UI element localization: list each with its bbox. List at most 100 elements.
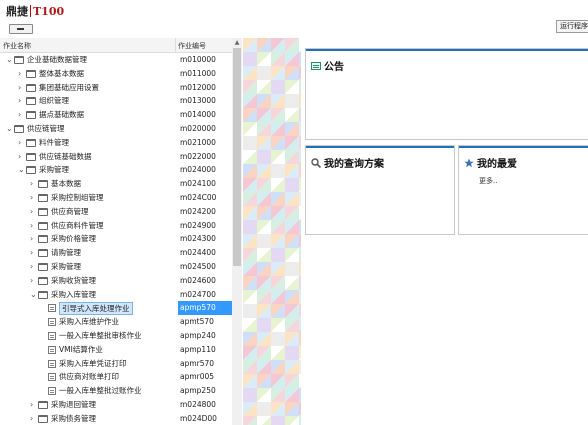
tree-item-label: 采购入库管理 xyxy=(51,289,96,299)
chevron-right-icon[interactable]: › xyxy=(18,150,21,164)
my-query-panel: 我的查询方案 xyxy=(305,145,455,235)
folder-open-icon xyxy=(14,124,24,133)
folder-icon xyxy=(38,193,48,202)
folder-icon xyxy=(38,221,48,230)
tree-item-label: 一般入库单整批过账作业 xyxy=(59,386,142,396)
tree-item-code: m011000 xyxy=(180,68,216,78)
more-favorites-link[interactable]: 更多.. xyxy=(479,176,497,186)
tree-folder-row[interactable]: › 组织管理 m013000 xyxy=(0,94,232,108)
column-header-code[interactable]: 作业编号 xyxy=(178,41,206,51)
chevron-right-icon[interactable]: › xyxy=(30,177,33,191)
tree-folder-row[interactable]: › 采购管理 m024500 xyxy=(0,260,232,274)
tree-item-label: 企业基础数据管理 xyxy=(27,55,87,64)
bulletin-board-icon xyxy=(311,61,321,70)
my-query-title: 我的查询方案 xyxy=(311,155,384,170)
column-divider[interactable] xyxy=(175,38,176,52)
document-icon xyxy=(48,359,56,368)
scroll-up-arrow-icon[interactable]: ▲ xyxy=(233,39,241,47)
tree-item-code: apmr005 xyxy=(180,372,215,382)
tree-item-code: m024900 xyxy=(180,220,216,230)
panel-accent-bar xyxy=(459,146,588,148)
scroll-thumb[interactable] xyxy=(233,48,241,266)
chevron-right-icon[interactable]: › xyxy=(18,136,21,150)
tree-folder-row[interactable]: › 集团基础应用设置 m012000 xyxy=(0,81,232,95)
chevron-right-icon[interactable]: › xyxy=(30,191,33,205)
chevron-down-icon[interactable]: ⌄ xyxy=(6,122,13,136)
tree-folder-row[interactable]: › 请购管理 m024400 xyxy=(0,246,232,260)
chevron-right-icon[interactable]: › xyxy=(18,94,21,108)
tree-folder-row[interactable]: › 采购债务管理 m024D00 xyxy=(0,412,232,425)
chevron-right-icon[interactable]: › xyxy=(30,412,33,425)
tree-program-row[interactable]: 采购入库维护作业 apmt570 xyxy=(0,315,232,329)
tree-item-label: 采购入库维护作业 xyxy=(59,317,119,327)
column-header-name[interactable]: 作业名称 xyxy=(3,41,31,51)
tree-folder-row[interactable]: ⌄ 供应链管理 m020000 xyxy=(0,122,232,136)
folder-icon xyxy=(38,235,48,244)
tree-item-code: m024500 xyxy=(180,261,216,271)
chevron-down-icon[interactable]: ⌄ xyxy=(18,163,25,177)
panel-accent-bar xyxy=(306,146,454,148)
tree-program-row[interactable]: 一般入库单整批审核作业 apmp240 xyxy=(0,329,232,343)
tree-item-code: apmp250 xyxy=(180,386,216,396)
chevron-right-icon[interactable]: › xyxy=(30,205,33,219)
folder-icon xyxy=(26,111,36,120)
my-query-title-text: 我的查询方案 xyxy=(324,159,384,170)
tree-item-label: 请购管理 xyxy=(51,248,81,258)
tree-item-code: m012000 xyxy=(180,82,216,92)
tree-item-label: 采购管理 xyxy=(39,165,69,175)
tree-program-row[interactable]: 引导式入库处理作业 apmp570 xyxy=(0,301,234,316)
tree-header: 作业名称 作业编号 xyxy=(0,38,232,53)
collapse-menu-button[interactable] xyxy=(9,24,33,34)
tree-folder-row[interactable]: › 料件管理 m021000 xyxy=(0,136,232,150)
tree-folder-row[interactable]: › 采购价格管理 m024300 xyxy=(0,232,232,246)
chevron-down-icon[interactable]: ⌄ xyxy=(6,53,13,67)
chevron-right-icon[interactable]: › xyxy=(30,232,33,246)
document-icon xyxy=(48,387,56,396)
tree-folder-row[interactable]: ⌄ 企业基础数据管理 m010000 xyxy=(0,53,232,67)
tree-program-row[interactable]: VMI结算作业 apmp110 xyxy=(0,343,232,357)
run-program-button[interactable]: 运行程序 xyxy=(556,20,588,33)
tree-item-label: 采购入库单凭证打印 xyxy=(59,358,127,368)
tree-program-row[interactable]: 采购入库单凭证打印 apmr570 xyxy=(0,357,232,371)
tree-folder-row[interactable]: › 基本数据 m024100 xyxy=(0,177,232,191)
decorative-triangle-pattern xyxy=(243,38,301,425)
chevron-right-icon[interactable]: › xyxy=(18,81,21,95)
star-icon xyxy=(464,158,474,167)
tree-folder-row[interactable]: ⌄ 采购管理 m024000 xyxy=(0,163,232,177)
tree-folder-row[interactable]: › 整体基本数据 m011000 xyxy=(0,67,232,81)
tree-item-label: 采购收货管理 xyxy=(51,275,96,285)
chevron-right-icon[interactable]: › xyxy=(18,67,21,81)
tree-program-row[interactable]: 一般入库单整批过账作业 apmp250 xyxy=(0,384,232,398)
logo-brand-cn: 鼎捷 xyxy=(6,5,28,18)
chevron-right-icon[interactable]: › xyxy=(30,246,33,260)
document-icon xyxy=(48,318,56,327)
logo-brand-en: T100 xyxy=(33,4,65,18)
chevron-down-icon[interactable]: ⌄ xyxy=(30,288,37,302)
folder-open-icon xyxy=(26,166,36,175)
tree-item-code: m024C00 xyxy=(180,192,217,202)
tree-folder-row[interactable]: › 供应商料件管理 m024900 xyxy=(0,219,232,233)
tree-folder-row[interactable]: › 供应链基础数据 m022000 xyxy=(0,150,232,164)
tree-item-code: m024600 xyxy=(180,275,216,285)
tree-item-label: 供应商管理 xyxy=(51,206,89,216)
tree-folder-row[interactable]: › 据点基础数据 m014000 xyxy=(0,108,232,122)
chevron-right-icon[interactable]: › xyxy=(30,219,33,233)
tree-folder-row[interactable]: › 供应商管理 m024200 xyxy=(0,205,232,219)
folder-open-icon xyxy=(14,56,24,64)
chevron-right-icon[interactable]: › xyxy=(30,260,33,274)
tree-item-code: m024200 xyxy=(180,206,216,216)
tree-item-label: 采购控制组管理 xyxy=(51,192,104,202)
chevron-right-icon[interactable]: › xyxy=(18,108,21,122)
chevron-right-icon[interactable]: › xyxy=(30,398,33,412)
tree-program-row[interactable]: 供应商对账单打印 apmr005 xyxy=(0,370,232,384)
tree-folder-row[interactable]: › 采购收货管理 m024600 xyxy=(0,274,232,288)
chevron-right-icon[interactable]: › xyxy=(30,274,33,288)
folder-icon xyxy=(38,207,48,216)
tree-item-label: 整体基本数据 xyxy=(39,68,84,78)
tree-folder-row[interactable]: › 采购退回管理 m024800 xyxy=(0,398,232,412)
tree-item-label: 集团基础应用设置 xyxy=(39,82,99,92)
tree-folder-row[interactable]: ⌄ 采购入库管理 m024700 xyxy=(0,288,232,302)
tree-folder-row[interactable]: › 采购控制组管理 m024C00 xyxy=(0,191,232,205)
tree-scrollbar[interactable]: ▲ xyxy=(232,38,242,425)
tree-item-code: m021000 xyxy=(180,137,216,147)
